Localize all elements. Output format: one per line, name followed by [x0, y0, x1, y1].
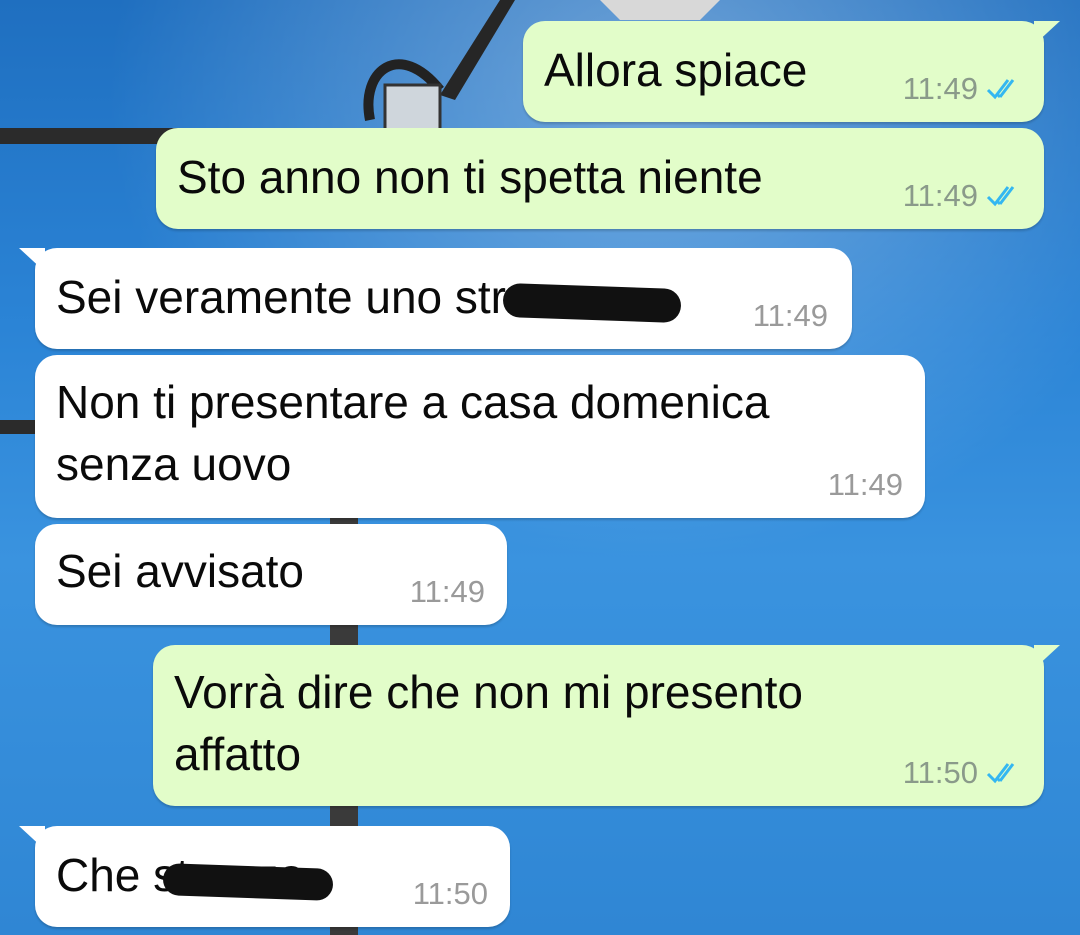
message-bubble-incoming[interactable]: Che stronzo 11:50: [19, 826, 510, 927]
message-list[interactable]: Allora spiace 11:49 Sto anno non ti spet…: [0, 0, 1080, 935]
message-bubble-incoming[interactable]: Sei avvisato 11:49: [35, 524, 507, 625]
message-text: Sto anno non ti spetta niente: [177, 151, 763, 203]
message-time: 11:50: [902, 755, 978, 790]
message-bubble-incoming[interactable]: Sei veramente uno stronzo 11:49: [19, 248, 852, 349]
message-bubble-outgoing[interactable]: Allora spiace 11:49: [523, 21, 1060, 122]
message-time: 11:49: [409, 574, 485, 609]
message-text: Vorrà dire che non mi presento affatto: [174, 666, 804, 780]
message-meta: 11:50: [413, 877, 488, 911]
double-check-icon: [986, 760, 1024, 786]
message-bubble-outgoing[interactable]: Sto anno non ti spetta niente 11:49: [156, 128, 1044, 229]
message-time: 11:49: [902, 71, 978, 106]
message-bubble-outgoing[interactable]: Vorrà dire che non mi presento affatto 1…: [153, 645, 1060, 806]
message-text: Allora spiace: [544, 44, 808, 96]
redaction-scribble: [502, 282, 682, 324]
bubble-tail: [19, 248, 45, 272]
message-meta: 11:49: [903, 72, 1024, 106]
message-meta: 11:49: [410, 575, 485, 609]
message-meta: 11:49: [828, 468, 903, 502]
message-time: 11:49: [752, 298, 828, 333]
message-text: Sei avvisato: [56, 545, 305, 597]
bubble-tail: [1034, 645, 1060, 669]
message-bubble-incoming[interactable]: Non ti presentare a casa domenica senza …: [35, 355, 925, 518]
message-time: 11:49: [902, 178, 978, 213]
message-time: 11:50: [412, 876, 488, 911]
message-meta: 11:49: [753, 299, 828, 333]
double-check-icon: [986, 76, 1024, 102]
message-time: 11:49: [827, 467, 903, 502]
bubble-tail: [1034, 21, 1060, 45]
message-meta: 11:50: [903, 756, 1024, 790]
redaction-scribble: [162, 863, 334, 901]
message-text: Non ti presentare a casa domenica senza …: [56, 376, 770, 490]
bubble-tail: [19, 826, 45, 850]
message-meta: 11:49: [903, 179, 1024, 213]
double-check-icon: [986, 183, 1024, 209]
